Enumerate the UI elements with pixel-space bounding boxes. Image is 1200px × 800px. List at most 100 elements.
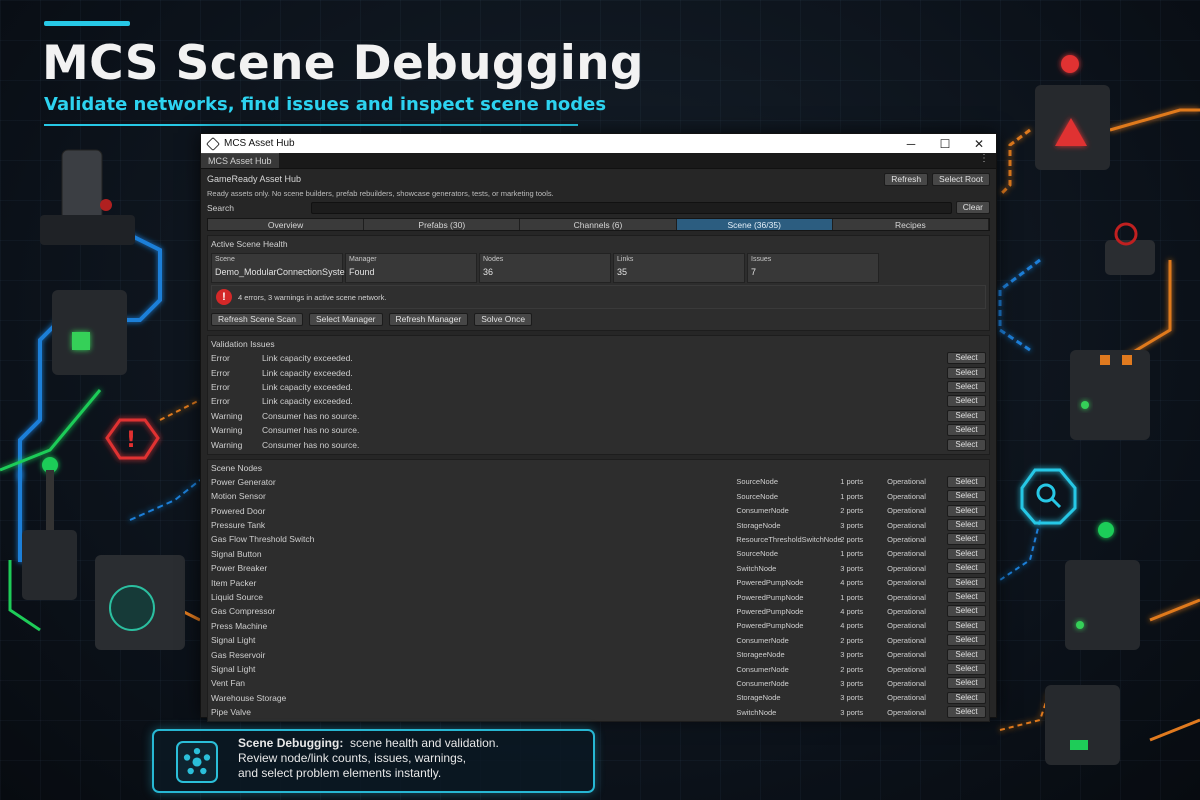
issue-select-button[interactable]: Select bbox=[947, 395, 986, 408]
refresh-manager-button[interactable]: Refresh Manager bbox=[388, 313, 469, 326]
node-select-button[interactable]: Select bbox=[947, 562, 986, 575]
node-row: Vent Fan ConsumerNode 3 ports Operational Se… bbox=[211, 676, 986, 690]
stat-value: 35 bbox=[617, 267, 628, 277]
node-select-button[interactable]: Select bbox=[947, 504, 986, 517]
tab-scene[interactable]: Scene (36/35) bbox=[676, 219, 833, 230]
node-select-button[interactable]: Select bbox=[947, 591, 986, 604]
search-input[interactable] bbox=[311, 201, 952, 214]
maximize-icon[interactable]: ☐ bbox=[928, 137, 962, 151]
issue-message: Link capacity exceeded. bbox=[262, 367, 353, 378]
clear-button[interactable]: Clear bbox=[955, 201, 990, 214]
node-ports: 3 ports bbox=[840, 650, 864, 660]
node-select-button[interactable]: Select bbox=[947, 519, 986, 532]
node-status: Operational bbox=[887, 520, 926, 530]
hub-content: GameReady Asset Hub Refresh Select Root … bbox=[201, 169, 996, 723]
node-select-button[interactable]: Select bbox=[947, 634, 986, 647]
editor-tabstrip: MCS Asset Hub ⋮ bbox=[201, 153, 996, 169]
node-select-button[interactable]: Select bbox=[947, 706, 986, 719]
node-select-button[interactable]: Select bbox=[947, 663, 986, 675]
refresh-scene-scan-button[interactable]: Refresh Scene Scan bbox=[211, 313, 303, 326]
scene-stats: Scene Demo_ModularConnectionSystems Manage… bbox=[211, 253, 986, 283]
node-row: Warehouse Storage StorageNode 3 ports Opera… bbox=[211, 691, 986, 705]
close-icon[interactable]: ✕ bbox=[962, 137, 996, 151]
node-status: Operational bbox=[887, 606, 926, 616]
stat-label: Manager bbox=[349, 256, 377, 263]
editor-tab-asset-hub[interactable]: MCS Asset Hub bbox=[201, 153, 279, 168]
tab-recipes[interactable]: Recipes bbox=[832, 219, 990, 230]
issue-select-button[interactable]: Select bbox=[947, 409, 986, 422]
svg-text:!: ! bbox=[126, 428, 136, 453]
node-name: Gas Reservoir bbox=[211, 649, 266, 660]
node-name: Gas Flow Threshold Switch bbox=[211, 534, 315, 545]
node-select-button[interactable]: Select bbox=[947, 533, 986, 546]
health-alert-message: 4 errors, 3 warnings in active scene net… bbox=[238, 292, 387, 302]
stat-label: Scene bbox=[215, 256, 235, 263]
window-controls: ─ ☐ ✕ bbox=[894, 137, 996, 151]
issue-severity: Warning bbox=[211, 410, 243, 421]
node-type: ResourceThresholdSwitchNode bbox=[736, 534, 842, 544]
node-ports: 1 ports bbox=[840, 549, 864, 559]
error-icon: ! bbox=[216, 289, 232, 305]
issue-severity: Error bbox=[211, 367, 230, 378]
issue-row: Warning Consumer has no source. Select bbox=[211, 409, 986, 423]
node-status: Operational bbox=[887, 534, 926, 544]
node-select-button[interactable]: Select bbox=[947, 605, 986, 618]
node-type: SourceNode bbox=[736, 491, 779, 501]
node-row: Motion Sensor SourceNode 1 ports Operationa… bbox=[211, 489, 986, 503]
tab-prefabs[interactable]: Prefabs (30) bbox=[364, 219, 521, 230]
node-ports: 1 ports bbox=[840, 592, 864, 602]
hub-header: GameReady Asset Hub Refresh Select Root bbox=[207, 171, 990, 187]
node-name: Power Breaker bbox=[211, 563, 268, 574]
node-status: Operational bbox=[887, 707, 926, 717]
search-row: Search Clear bbox=[207, 200, 990, 215]
node-ports: 2 ports bbox=[840, 635, 864, 645]
kebab-menu-icon[interactable]: ⋮ bbox=[979, 153, 996, 168]
node-ports: 1 ports bbox=[840, 477, 864, 487]
node-select-button[interactable]: Select bbox=[947, 619, 986, 632]
hero-subtitle: Validate networks, find issues and inspe… bbox=[44, 94, 607, 115]
node-type: SourceNode bbox=[736, 477, 779, 487]
window-titlebar[interactable]: MCS Asset Hub ─ ☐ ✕ bbox=[201, 134, 996, 153]
refresh-button[interactable]: Refresh bbox=[884, 172, 929, 186]
issue-select-button[interactable]: Select bbox=[947, 366, 986, 379]
select-root-button[interactable]: Select Root bbox=[932, 172, 990, 186]
node-select-button[interactable]: Select bbox=[947, 691, 986, 704]
search-label: Search bbox=[207, 202, 234, 213]
health-actions: Refresh Scene Scan Select Manager Refresh … bbox=[211, 313, 986, 326]
lever-machine bbox=[22, 530, 77, 600]
node-type: ConsumerNode bbox=[736, 506, 789, 516]
caption-heading: Scene Debugging: bbox=[238, 736, 344, 750]
stat-value: 7 bbox=[751, 267, 757, 277]
stat-label: Issues bbox=[751, 256, 772, 263]
select-manager-button[interactable]: Select Manager bbox=[308, 313, 383, 326]
node-select-button[interactable]: Select bbox=[947, 648, 986, 661]
issue-message: Consumer has no source. bbox=[262, 425, 360, 436]
node-row: Item Packer PoweredPumpNode 4 ports Operati… bbox=[211, 575, 986, 589]
issue-select-button[interactable]: Select bbox=[947, 424, 986, 437]
tab-overview[interactable]: Overview bbox=[208, 219, 365, 230]
node-select-button[interactable]: Select bbox=[947, 490, 986, 503]
node-status: Operational bbox=[887, 664, 926, 674]
solve-once-button[interactable]: Solve Once bbox=[474, 313, 533, 326]
issue-row: Error Link capacity exceeded. Select bbox=[211, 380, 986, 394]
node-status: Operational bbox=[887, 549, 926, 559]
node-select-button[interactable]: Select bbox=[947, 677, 986, 690]
issue-select-button[interactable]: Select bbox=[947, 380, 986, 393]
node-status: Operational bbox=[887, 621, 926, 631]
node-name: Warehouse Storage bbox=[211, 692, 287, 703]
issue-select-button[interactable]: Select bbox=[947, 352, 986, 365]
node-select-button[interactable]: Select bbox=[947, 576, 986, 589]
issue-select-button[interactable]: Select bbox=[947, 438, 986, 451]
stat-label: Nodes bbox=[483, 256, 504, 263]
node-type: PoweredPumpNode bbox=[736, 578, 804, 588]
caption-line1: scene health and validation. bbox=[350, 736, 499, 750]
node-select-button[interactable]: Select bbox=[947, 475, 986, 488]
node-select-button[interactable]: Select bbox=[947, 547, 986, 560]
node-type: PoweredPumpNode bbox=[736, 592, 804, 602]
minimize-icon[interactable]: ─ bbox=[894, 137, 928, 151]
hero-accent-bar bbox=[44, 21, 130, 26]
node-type: ConsumerNode bbox=[736, 664, 789, 674]
issue-row: Warning Consumer has no source. Select bbox=[211, 437, 986, 451]
right-search-icon bbox=[1020, 468, 1077, 525]
tab-channels[interactable]: Channels (6) bbox=[520, 219, 677, 230]
